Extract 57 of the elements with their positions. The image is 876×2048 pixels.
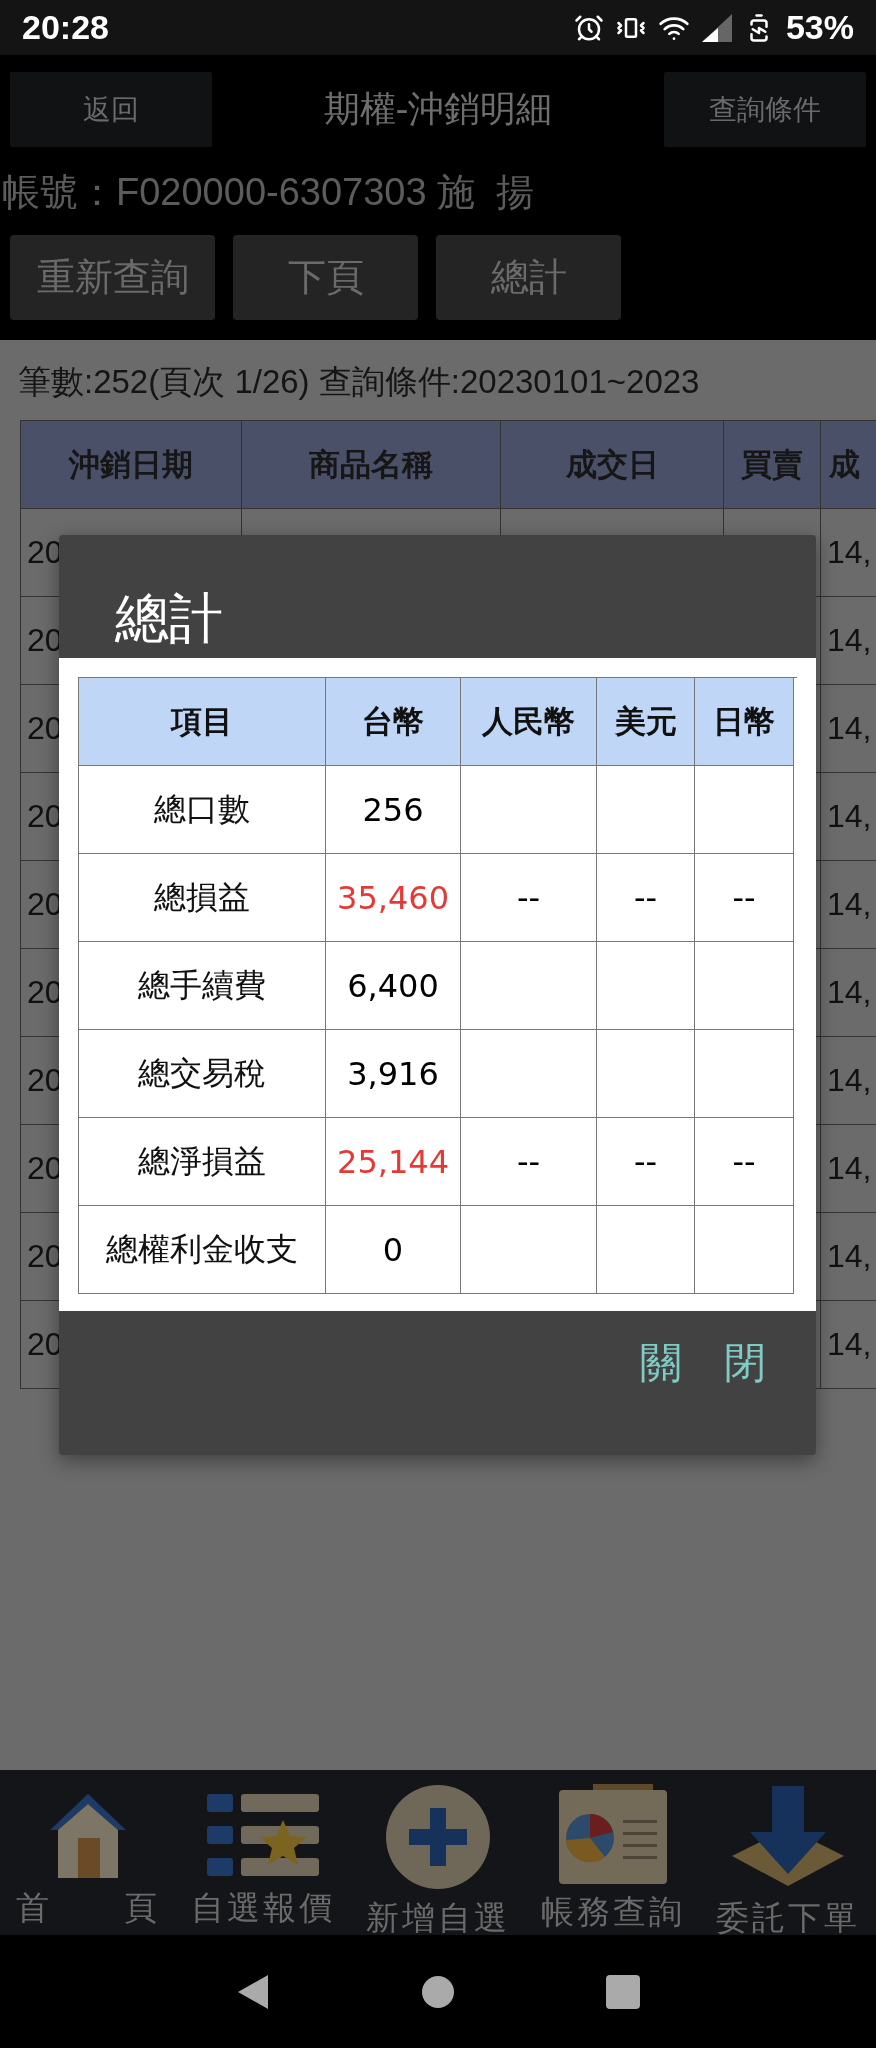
recents-icon[interactable] bbox=[606, 1974, 641, 2009]
table-cell: 總損益 bbox=[79, 854, 326, 942]
alarm-icon bbox=[573, 12, 604, 43]
table-cell: 14, bbox=[827, 710, 872, 747]
column-header: 人民幣 bbox=[461, 678, 597, 766]
dialog-title: 總計 bbox=[114, 586, 224, 652]
table-cell: 14, bbox=[827, 974, 872, 1011]
table-cell: -- bbox=[695, 854, 794, 942]
record-summary: 筆數:252(頁次 1/26) 查詢條件:20230101~2023 bbox=[18, 362, 701, 402]
column-header: 日幣 bbox=[695, 678, 794, 766]
column-header: 商品名稱 bbox=[242, 421, 501, 509]
table-cell: 總口數 bbox=[79, 766, 326, 854]
table-cell: 總手續費 bbox=[79, 942, 326, 1030]
signal-icon bbox=[701, 13, 732, 42]
table-cell: -- bbox=[461, 1118, 597, 1206]
table-cell: 總交易稅 bbox=[79, 1030, 326, 1118]
table-cell: -- bbox=[597, 1118, 695, 1206]
table-cell: 6,400 bbox=[326, 942, 461, 1030]
table-cell: 總淨損益 bbox=[79, 1118, 326, 1206]
table-cell: 14, bbox=[827, 1062, 872, 1099]
table-cell: 14, bbox=[827, 534, 872, 571]
status-time: 20:28 bbox=[22, 8, 109, 47]
account-label: 帳號：F020000-6307303 施 揚 bbox=[2, 170, 536, 215]
action-button[interactable]: 重新查詢 bbox=[10, 235, 215, 320]
table-cell: 14, bbox=[827, 622, 872, 659]
table-cell: 14, bbox=[827, 1150, 872, 1187]
query-conditions-button[interactable]: 查詢條件 bbox=[664, 72, 866, 147]
column-header: 沖銷日期 bbox=[21, 421, 242, 509]
table-cell: 0 bbox=[326, 1206, 461, 1294]
column-header: 台幣 bbox=[326, 678, 461, 766]
plus-circle-icon bbox=[383, 1782, 493, 1892]
action-button[interactable]: 下頁 bbox=[233, 235, 418, 320]
column-header: 成 bbox=[821, 421, 876, 509]
home-icon[interactable] bbox=[421, 1974, 455, 2009]
column-header: 買賣 bbox=[724, 421, 821, 509]
table-cell: -- bbox=[695, 1118, 794, 1206]
table-cell: 35,460 bbox=[326, 854, 461, 942]
table-cell: -- bbox=[461, 854, 597, 942]
table-cell: 14, bbox=[827, 1326, 872, 1363]
table-cell: 14, bbox=[827, 1238, 872, 1275]
close-button[interactable]: 關 閉 bbox=[634, 1334, 772, 1392]
table-cell: 256 bbox=[326, 766, 461, 854]
table-cell: 14, bbox=[827, 886, 872, 923]
back-button[interactable]: 返回 bbox=[10, 72, 212, 147]
column-header: 美元 bbox=[597, 678, 695, 766]
action-button[interactable]: 總計 bbox=[436, 235, 621, 320]
table-cell: 25,144 bbox=[326, 1118, 461, 1206]
table-cell: 14, bbox=[827, 798, 872, 835]
column-header: 項目 bbox=[79, 678, 326, 766]
page-title: 期權-沖銷明細 bbox=[322, 87, 554, 131]
column-header: 成交日 bbox=[501, 421, 724, 509]
nav-item[interactable]: 自選報價 bbox=[175, 1782, 351, 1941]
table-cell: 3,916 bbox=[326, 1030, 461, 1118]
table-cell: -- bbox=[597, 854, 695, 942]
battery-percent: 53% bbox=[785, 8, 854, 47]
nav-item[interactable]: 帳務查詢 bbox=[525, 1782, 701, 1941]
table-cell: 總權利金收支 bbox=[79, 1206, 326, 1294]
